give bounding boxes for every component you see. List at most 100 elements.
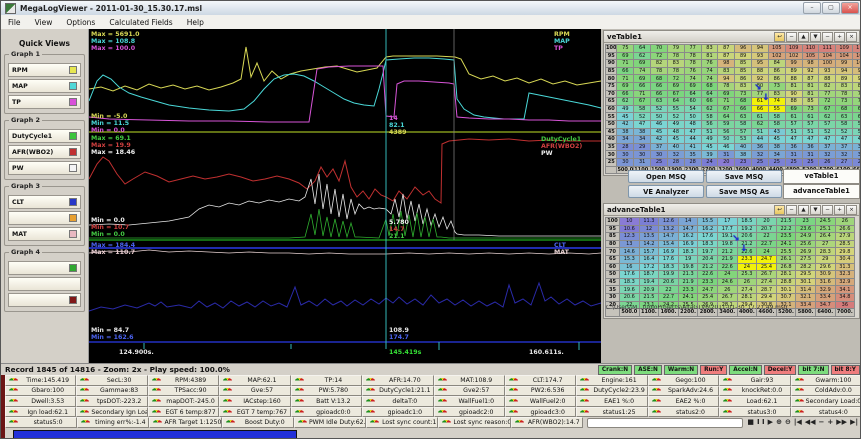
table-cell[interactable]: 92	[752, 75, 769, 83]
table-cell[interactable]: 26	[717, 286, 737, 294]
table-cell[interactable]: 30.4	[835, 255, 855, 263]
ve-table-grid[interactable]: 1007564707977838796941051091101111091101…	[604, 44, 859, 174]
table-cell[interactable]: 51	[785, 128, 802, 136]
menu-options[interactable]: Options	[59, 18, 102, 27]
table-cell[interactable]: 22.2	[776, 225, 796, 233]
table-cell[interactable]: 20.6	[659, 278, 679, 286]
table-cell[interactable]: 47	[785, 136, 802, 144]
table-cell[interactable]: 47	[819, 136, 836, 144]
table-cell[interactable]: 68	[651, 75, 668, 83]
table-cell[interactable]: 54	[684, 105, 701, 113]
table-cell[interactable]: 104	[819, 52, 836, 60]
table-cell[interactable]: 28.3	[815, 248, 835, 256]
table-cell[interactable]: 68	[735, 98, 752, 106]
sidebar-item-pw[interactable]: PW	[8, 161, 81, 175]
table-cell[interactable]: 33.4	[815, 293, 835, 301]
table-cell[interactable]: 82	[651, 60, 668, 68]
table-cell[interactable]: 34	[768, 151, 785, 159]
table-cell[interactable]: 99	[836, 60, 853, 68]
table-cell[interactable]: 70	[651, 45, 668, 53]
table-cell[interactable]: 21.5	[776, 218, 796, 226]
table-cell[interactable]: 57	[802, 120, 819, 128]
table-cell[interactable]: 24	[717, 271, 737, 279]
table-cell[interactable]: 52	[651, 105, 668, 113]
table-cell[interactable]: 29.6	[815, 263, 835, 271]
table-cell[interactable]: 66	[634, 82, 651, 90]
table-cell[interactable]: 72	[651, 52, 668, 60]
table-cell[interactable]: 24.1	[776, 240, 796, 248]
table-cell[interactable]: 37	[819, 143, 836, 151]
table-cell[interactable]: 78	[718, 82, 735, 90]
table-cell[interactable]: 32.9	[835, 278, 855, 286]
nav-back-button[interactable]: ↩	[774, 205, 785, 215]
table-cell[interactable]: 25	[752, 158, 769, 166]
table-cell[interactable]: 42	[651, 136, 668, 144]
sidebar-item-empty[interactable]	[8, 277, 81, 291]
table-cell[interactable]: 18.7	[639, 271, 659, 279]
table-cell[interactable]: 30	[634, 151, 651, 159]
table-cell[interactable]: 16.9	[659, 248, 679, 256]
table-cell[interactable]: 40	[735, 143, 752, 151]
table-cell[interactable]: 72	[667, 75, 684, 83]
table-cell[interactable]: 93	[819, 67, 836, 75]
table-cell[interactable]: 27	[815, 240, 835, 248]
table-cell[interactable]: 32.3	[835, 271, 855, 279]
table-cell[interactable]: 19.8	[678, 263, 698, 271]
stop-button[interactable]: ■	[747, 418, 754, 427]
table-cell[interactable]: 89	[785, 67, 802, 75]
table-cell[interactable]: 85	[735, 67, 752, 75]
table-cell[interactable]: 62	[701, 105, 718, 113]
table-cell[interactable]: 49	[617, 105, 634, 113]
table-cell[interactable]: 85	[735, 60, 752, 68]
table-cell[interactable]: 81	[785, 82, 802, 90]
table-cell[interactable]: 30.7	[776, 293, 796, 301]
open-msq-button[interactable]: Open MSQ	[628, 170, 704, 183]
table-cell[interactable]: 94	[752, 45, 769, 53]
table-cell[interactable]: 76	[684, 67, 701, 75]
table-cell[interactable]: 50	[718, 136, 735, 144]
table-cell[interactable]: 32	[853, 151, 861, 159]
table-cell[interactable]: 102	[768, 52, 785, 60]
table-cell[interactable]: 34.8	[835, 293, 855, 301]
scroll-down-button[interactable]: ▼	[810, 205, 821, 215]
table-cell[interactable]: 77	[684, 45, 701, 53]
table-cell[interactable]: 30.9	[815, 271, 835, 279]
table-cell[interactable]: 55	[667, 105, 684, 113]
table-cell[interactable]: 84	[853, 82, 861, 90]
table-cell[interactable]: 42	[617, 120, 634, 128]
table-cell[interactable]: 85	[802, 98, 819, 106]
table-cell[interactable]: 40	[667, 143, 684, 151]
table-cell[interactable]: 73	[836, 98, 853, 106]
table-cell[interactable]: 93	[752, 52, 769, 60]
table-cell[interactable]: 74	[701, 75, 718, 83]
table-cell[interactable]: 20.6	[620, 293, 640, 301]
table-cell[interactable]: 53	[735, 136, 752, 144]
table-cell[interactable]: 28.8	[776, 278, 796, 286]
table-cell[interactable]: 105	[853, 52, 861, 60]
table-cell[interactable]: 38	[634, 128, 651, 136]
table-cell[interactable]: 26	[737, 278, 757, 286]
menu-help[interactable]: Help	[180, 18, 211, 27]
table-cell[interactable]: 25	[802, 158, 819, 166]
table-cell[interactable]: 83	[718, 67, 735, 75]
table-cell[interactable]: 22	[757, 233, 777, 241]
table-cell[interactable]: 21.5	[639, 293, 659, 301]
table-cell[interactable]: 38	[768, 143, 785, 151]
table-cell[interactable]: 25.1	[815, 225, 835, 233]
table-cell[interactable]: 29.5	[796, 271, 816, 279]
table-cell[interactable]: 62	[617, 98, 634, 106]
table-cell[interactable]: 61	[785, 113, 802, 121]
tab-vetable1[interactable]: veTable1	[783, 169, 860, 184]
table-cell[interactable]: 23.3	[678, 286, 698, 294]
table-cell[interactable]: 25	[768, 158, 785, 166]
table-cell[interactable]: 17.2	[639, 263, 659, 271]
table-cell[interactable]: 32.9	[815, 286, 835, 294]
faster-button[interactable]: +	[827, 418, 833, 427]
table-cell[interactable]: 52	[634, 113, 651, 121]
table-cell[interactable]: 68	[836, 105, 853, 113]
seek-bar[interactable]	[587, 418, 744, 428]
table-cell[interactable]: 27.4	[737, 286, 757, 294]
table-cell[interactable]: 74	[768, 98, 785, 106]
minimize-button[interactable]: −	[786, 205, 797, 215]
table-cell[interactable]: 89	[836, 75, 853, 83]
